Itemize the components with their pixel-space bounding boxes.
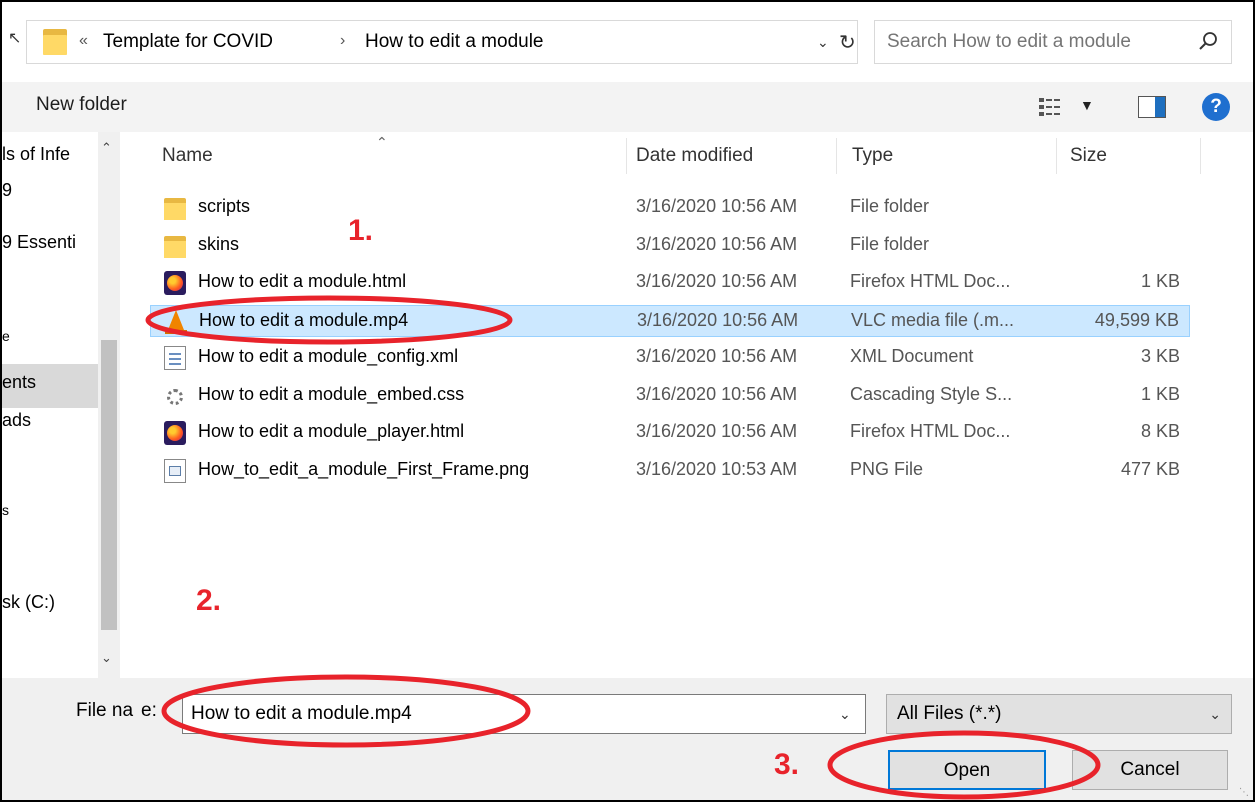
search-icon[interactable]	[1195, 29, 1221, 55]
image-file-icon	[164, 458, 186, 483]
navigation-pane: ls of Infe 9 9 Essenti e ents ads s sk (…	[2, 132, 126, 678]
file-name: skins	[198, 233, 240, 254]
file-name: How to edit a module.mp4	[199, 309, 409, 330]
up-arrow-icon[interactable]: ↖	[8, 28, 24, 52]
file-name: scripts	[198, 196, 251, 216]
nav-item[interactable]: e	[2, 328, 98, 354]
file-type-select[interactable]: All Files (*.*) ⌄	[886, 694, 1232, 734]
file-type: VLC media file (.m...	[851, 309, 1015, 330]
breadcrumb-template-for-covid[interactable]: Template for COVID	[103, 31, 273, 53]
file-type: Firefox HTML Doc...	[850, 271, 1011, 291]
nav-item-documents[interactable]: ents	[2, 364, 98, 408]
view-dropdown-icon[interactable]: ▼	[1080, 97, 1094, 113]
address-row: ↖ « Template for COVID › How to edit a m…	[2, 2, 1253, 82]
file-name: How_to_edit_a_module_First_Frame.png	[198, 458, 530, 479]
file-date-modified: 3/16/2020 10:56 AM	[636, 346, 798, 366]
help-icon[interactable]: ?	[1202, 93, 1230, 121]
toolbar: New folder ▼ ?	[2, 82, 1253, 132]
file-type: File folder	[850, 233, 930, 254]
nav-item[interactable]: ls of Infe	[2, 144, 98, 174]
chevron-down-icon: ⌄	[1209, 706, 1221, 722]
nav-item-local-disk[interactable]: sk (C:)	[2, 592, 98, 622]
file-size: 3 KB	[1140, 346, 1180, 366]
file-row[interactable]: scripts 3/16/2020 10:56 AM File folder	[150, 192, 1190, 224]
folder-icon	[164, 196, 186, 220]
file-row[interactable]: How to edit a module_player.html 3/16/202…	[150, 417, 1190, 449]
file-date-modified: 3/16/2020 10:56 AM	[637, 309, 799, 330]
file-size: 49,599 KB	[1094, 309, 1179, 330]
dialog-footer: File nae: ⌄ All Files (*.*) ⌄ Open Cance…	[2, 678, 1253, 800]
file-date-modified: 3/16/2020 10:56 AM	[636, 421, 798, 441]
annotation-step-2: 2.	[196, 584, 222, 617]
search-input[interactable]	[887, 29, 1187, 55]
sort-ascending-icon: ⌃	[376, 134, 388, 150]
file-type: File folder	[850, 196, 930, 216]
file-date-modified: 3/16/2020 10:56 AM	[636, 383, 798, 404]
file-size: 8 KB	[1140, 421, 1180, 441]
file-name: How to edit a module.html	[198, 271, 407, 291]
cancel-button[interactable]: Cancel	[1072, 750, 1228, 790]
file-date-modified: 3/16/2020 10:53 AM	[636, 458, 798, 479]
file-date-modified: 3/16/2020 10:56 AM	[636, 271, 798, 291]
nav-item[interactable]: 9	[2, 180, 98, 210]
annotation-step-3: 3.	[774, 748, 800, 781]
address-bar[interactable]: « Template for COVID › How to edit a mod…	[26, 20, 858, 64]
resize-grip-icon[interactable]: ⋱	[1239, 787, 1249, 798]
column-header-date[interactable]: Date modified	[636, 132, 753, 180]
file-type-value: All Files (*.*)	[897, 703, 1002, 724]
column-header-name[interactable]: Name	[162, 132, 213, 180]
file-type: Firefox HTML Doc...	[850, 421, 1011, 441]
file-size: 477 KB	[1120, 458, 1180, 479]
nav-item[interactable]: 9 Essenti	[2, 232, 98, 262]
firefox-icon	[164, 271, 186, 295]
column-header-type[interactable]: Type	[852, 132, 893, 180]
file-type: Cascading Style S...	[850, 383, 1013, 404]
file-row[interactable]: How to edit a module.mp4 3/16/2020 10:56 …	[150, 304, 1190, 337]
nav-item-downloads[interactable]: ads	[2, 410, 98, 440]
scrollbar-thumb[interactable]	[101, 340, 117, 630]
file-name: How to edit a module_embed.css	[198, 383, 465, 404]
file-name-input[interactable]	[191, 701, 811, 727]
file-name-field[interactable]: ⌄	[182, 694, 866, 734]
open-button[interactable]: Open	[888, 750, 1046, 790]
annotation-step-1: 1.	[348, 214, 374, 247]
file-name: How to edit a module_player.html	[198, 421, 465, 441]
file-open-dialog: ↖ « Template for COVID › How to edit a m…	[0, 0, 1255, 802]
search-box[interactable]	[874, 20, 1232, 64]
file-name-dropdown-icon[interactable]: ⌄	[839, 706, 851, 723]
vlc-icon	[165, 309, 187, 334]
file-size: 1 KB	[1140, 271, 1180, 291]
xml-doc-icon	[164, 346, 186, 370]
file-date-modified: 3/16/2020 10:56 AM	[636, 196, 798, 216]
folder-icon	[164, 234, 186, 258]
column-header-size[interactable]: Size	[1070, 132, 1107, 180]
file-row[interactable]: How to edit a module_embed.css 3/16/2020 …	[150, 380, 1190, 412]
file-list: ⌃ Name Date modified Type Size scripts 3/…	[126, 132, 1253, 678]
file-type: XML Document	[850, 346, 974, 366]
breadcrumb-how-to-edit-a-module[interactable]: How to edit a module	[365, 31, 544, 53]
new-folder-button[interactable]: New folder	[36, 94, 127, 116]
file-row[interactable]: How_to_edit_a_module_First_Frame.png 3/16…	[150, 455, 1190, 487]
scroll-down-icon[interactable]: ⌄	[101, 650, 112, 666]
breadcrumb-overflow-chevron[interactable]: «	[79, 32, 88, 50]
preview-pane-icon[interactable]	[1138, 96, 1166, 118]
view-options-icon[interactable]	[1038, 96, 1064, 118]
file-type: PNG File	[850, 458, 924, 479]
nav-item[interactable]: s	[2, 502, 98, 528]
folder-icon	[43, 29, 67, 55]
file-row[interactable]: skins 3/16/2020 10:56 AM File folder	[150, 230, 1190, 262]
file-name-label: File na e:	[76, 700, 157, 721]
scroll-up-icon[interactable]: ⌃	[101, 140, 112, 156]
file-name: How to edit a module_config.xml	[198, 346, 459, 366]
file-size: 1 KB	[1140, 383, 1180, 404]
firefox-icon	[164, 421, 186, 445]
file-row[interactable]: How to edit a module_config.xml 3/16/2020…	[150, 342, 1190, 374]
file-date-modified: 3/16/2020 10:56 AM	[636, 233, 798, 254]
breadcrumb-separator-icon[interactable]: ›	[340, 32, 345, 50]
address-dropdown-chevron-icon[interactable]: ⌄	[817, 34, 829, 51]
nav-scrollbar[interactable]: ⌃ ⌄	[98, 132, 120, 678]
refresh-icon[interactable]: ↻	[839, 30, 856, 55]
file-row[interactable]: How to edit a module.html 3/16/2020 10:56…	[150, 267, 1190, 299]
css-file-icon	[164, 384, 186, 408]
